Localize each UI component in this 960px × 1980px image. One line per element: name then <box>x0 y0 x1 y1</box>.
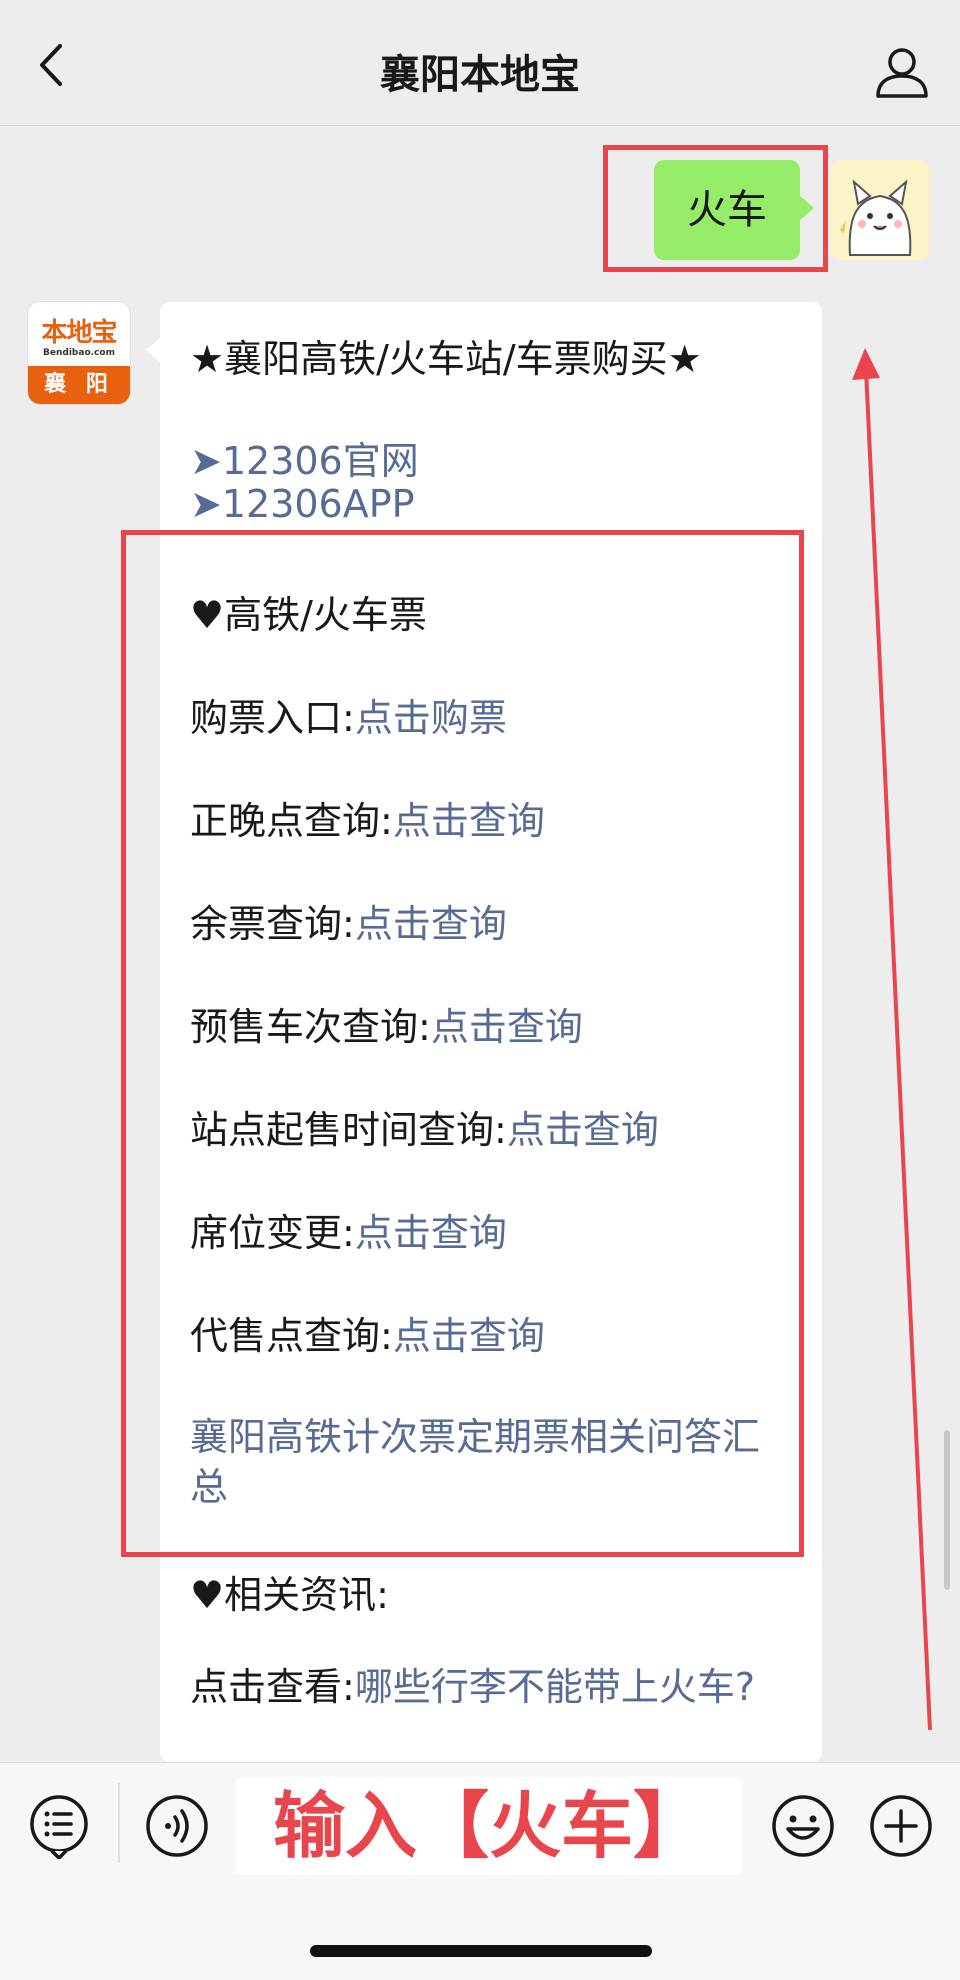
news-label: 点击查看: <box>190 1665 355 1709</box>
emoji-icon[interactable] <box>770 1793 836 1859</box>
scrollbar[interactable] <box>944 1430 950 1590</box>
section-title-news: ♥相关资讯: <box>190 1573 389 1617</box>
annotation-arrow <box>852 348 932 1731</box>
plus-icon[interactable] <box>868 1793 934 1859</box>
news-item: 点击查看:哪些行李不能带上火车? <box>190 1662 790 1712</box>
profile-icon[interactable] <box>874 44 930 100</box>
logo-url: Bendibao.com <box>43 348 115 358</box>
cartoon-cat-icon <box>830 160 930 260</box>
logo-text: 本地宝 <box>41 318 117 348</box>
voice-icon[interactable] <box>144 1793 210 1859</box>
link-12306-website[interactable]: ➤12306官网 <box>190 430 419 485</box>
toolbar-divider <box>118 1783 120 1863</box>
menu-icon[interactable] <box>26 1793 92 1859</box>
home-indicator[interactable] <box>310 1945 652 1957</box>
annotation-highlight-box <box>121 530 804 1557</box>
bubble-tail <box>146 338 160 362</box>
message-input[interactable]: 输入【火车】 <box>236 1777 742 1875</box>
annotation-highlight-box <box>603 145 828 272</box>
official-account-avatar[interactable]: 本地宝 Bendibao.com 襄 阳 <box>28 302 130 404</box>
chat-header: 襄阳本地宝 <box>0 0 960 126</box>
link-12306-app[interactable]: ➤12306APP <box>190 482 415 526</box>
page-title: 襄阳本地宝 <box>380 52 580 98</box>
user-avatar[interactable] <box>830 160 930 260</box>
news-link[interactable]: 哪些行李不能带上火车? <box>355 1665 755 1709</box>
logo-city: 襄 阳 <box>28 366 130 404</box>
message-heading: ★襄阳高铁/火车站/车票购买★ <box>190 337 702 381</box>
